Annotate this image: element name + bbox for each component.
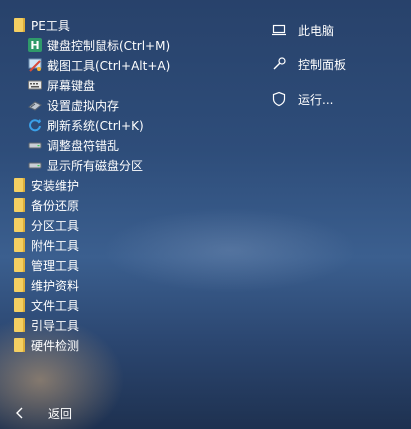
shield-icon (271, 91, 287, 107)
folder-file-tools[interactable]: 文件工具 (12, 295, 79, 315)
menu-item-virtual-memory[interactable]: 设置虚拟内存 (28, 95, 119, 115)
back-label: 返回 (48, 406, 73, 421)
this-pc-link[interactable]: 此电脑 (271, 19, 334, 41)
run-label: 运行... (298, 92, 334, 107)
folder-icon (12, 18, 26, 32)
menu-item-label: 刷新系统(Ctrl+K) (47, 118, 144, 133)
folder-icon (12, 198, 26, 212)
folder-icon (12, 218, 26, 232)
folder-label: 硬件检测 (31, 338, 80, 353)
folder-icon (12, 278, 26, 292)
svg-text:H: H (30, 39, 39, 52)
menu-item-onscreen-keyboard[interactable]: 屏幕键盘 (28, 75, 95, 95)
folder-boot-tools[interactable]: 引导工具 (12, 315, 79, 335)
control-panel-link[interactable]: 控制面板 (271, 53, 346, 75)
folder-backup-restore[interactable]: 备份还原 (12, 195, 79, 215)
folder-partition-tools[interactable]: 分区工具 (12, 215, 79, 235)
menu-item-label: 截图工具(Ctrl+Alt+A) (47, 58, 171, 73)
chevron-left-icon (14, 406, 26, 420)
run-link[interactable]: 运行... (271, 88, 333, 110)
folder-hardware-detection[interactable]: 硬件检测 (12, 335, 79, 355)
menu-item-label: 键盘控制鼠标(Ctrl+M) (47, 38, 171, 53)
disk-icon (28, 158, 42, 172)
screenshot-icon (28, 58, 42, 72)
keyboard-icon (28, 78, 42, 92)
menu-item-label: 设置虚拟内存 (47, 98, 120, 113)
folder-label: PE工具 (31, 18, 70, 33)
keyboard-mouse-icon: H (28, 38, 42, 52)
menu-item-screenshot[interactable]: 截图工具(Ctrl+Alt+A) (28, 55, 170, 75)
folder-icon (12, 318, 26, 332)
folder-icon (12, 338, 26, 352)
folder-management-tools[interactable]: 管理工具 (12, 255, 79, 275)
folder-icon (12, 238, 26, 252)
folder-label: 安装维护 (31, 178, 80, 193)
menu-item-fix-drive-letters[interactable]: 调整盘符错乱 (28, 135, 119, 155)
menu-item-label: 屏幕键盘 (47, 78, 96, 93)
refresh-icon (28, 118, 42, 132)
wrench-icon (271, 56, 287, 72)
folder-label: 文件工具 (31, 298, 80, 313)
control-panel-label: 控制面板 (298, 57, 347, 72)
folder-accessories[interactable]: 附件工具 (12, 235, 79, 255)
menu-item-show-all-partitions[interactable]: 显示所有磁盘分区 (28, 155, 143, 175)
folder-icon (12, 258, 26, 272)
menu-item-label: 显示所有磁盘分区 (47, 158, 144, 173)
back-button[interactable]: 返回 (14, 402, 72, 424)
folder-pe-tools[interactable]: PE工具 (12, 15, 70, 35)
folder-label: 分区工具 (31, 218, 80, 233)
disk-icon (28, 138, 42, 152)
laptop-icon (271, 22, 287, 38)
folder-maintenance-docs[interactable]: 维护资料 (12, 275, 79, 295)
folder-label: 引导工具 (31, 318, 80, 333)
folder-icon (12, 178, 26, 192)
folder-icon (12, 298, 26, 312)
folder-label: 附件工具 (31, 238, 80, 253)
menu-item-keyboard-mouse[interactable]: H 键盘控制鼠标(Ctrl+M) (28, 35, 170, 55)
folder-label: 管理工具 (31, 258, 80, 273)
folder-install-maintenance[interactable]: 安装维护 (12, 175, 79, 195)
folder-label: 维护资料 (31, 278, 80, 293)
memory-icon (28, 98, 42, 112)
menu-item-label: 调整盘符错乱 (47, 138, 120, 153)
this-pc-label: 此电脑 (298, 23, 335, 38)
menu-item-refresh-system[interactable]: 刷新系统(Ctrl+K) (28, 115, 144, 135)
folder-label: 备份还原 (31, 198, 80, 213)
